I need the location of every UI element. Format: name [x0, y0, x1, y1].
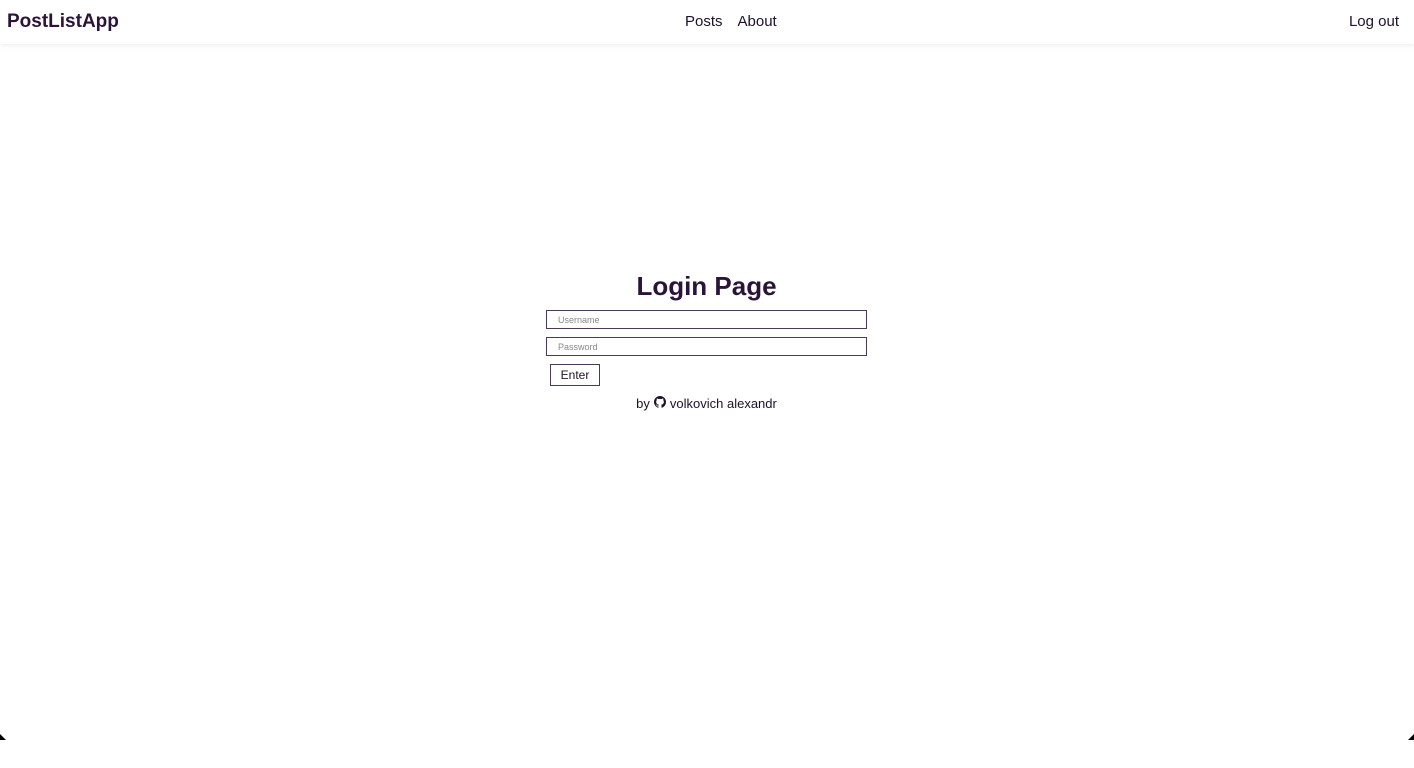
enter-button[interactable]: Enter — [550, 364, 600, 386]
window-corner-right — [1408, 734, 1414, 740]
nav-link-posts[interactable]: Posts — [685, 13, 723, 30]
window-corner-left — [0, 734, 6, 740]
by-label: by — [636, 396, 650, 411]
github-icon[interactable] — [653, 396, 666, 411]
nav-links: Posts About — [685, 13, 777, 30]
navbar: PostListApp Posts About Log out — [0, 0, 1414, 44]
author-credit: by volkovich alexandr — [546, 396, 867, 411]
author-link[interactable]: volkovich alexandr — [670, 396, 777, 411]
nav-link-about[interactable]: About — [738, 13, 777, 30]
logout-link[interactable]: Log out — [1349, 13, 1399, 30]
username-input[interactable] — [546, 310, 867, 329]
brand-logo[interactable]: PostListApp — [7, 11, 119, 33]
password-input[interactable] — [546, 337, 867, 356]
page-title: Login Page — [636, 271, 777, 301]
login-form: Login Page Enter by volkovich alexandr — [546, 270, 867, 411]
